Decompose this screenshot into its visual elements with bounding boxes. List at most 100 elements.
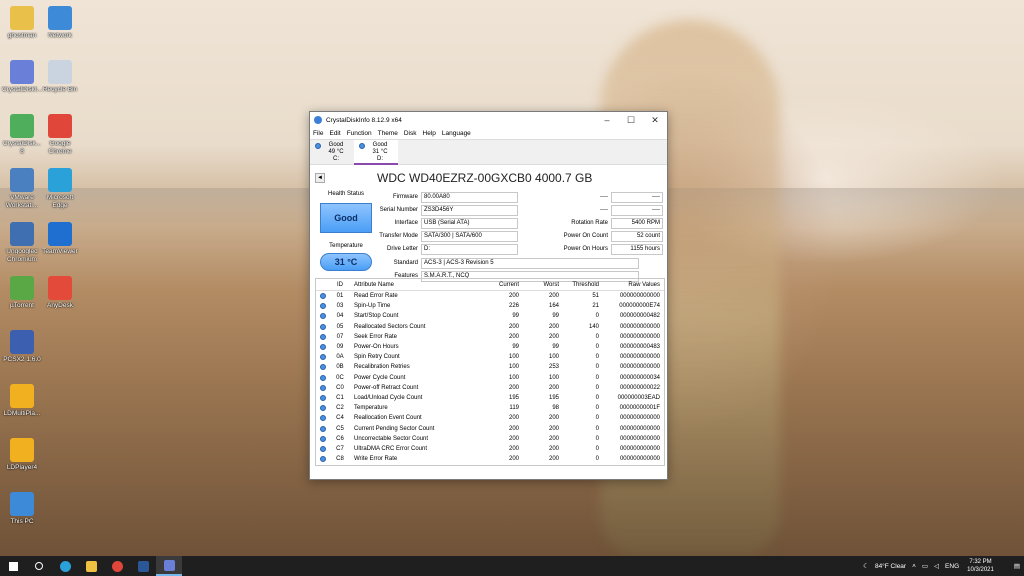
menu-help[interactable]: Help xyxy=(423,130,436,137)
table-row[interactable]: 09 Power-On Hours 99 99 0 000000000483 xyxy=(316,342,664,352)
start-icon xyxy=(8,561,18,571)
cell-current: 200 xyxy=(508,293,519,300)
cell-attribute-name: Load/Unload Cycle Count xyxy=(354,394,423,401)
cell-raw-value: 000000000000 xyxy=(619,415,660,422)
taskbar-start-button[interactable] xyxy=(0,556,26,576)
crystaldiskinfo-window: CrystalDiskInfo 8.12.9 x64 – ☐ ✕ File Ed… xyxy=(309,111,668,480)
desktop-icon[interactable]: TeamViewer xyxy=(38,218,82,268)
table-row[interactable]: C5 Current Pending Sector Count 200 200 0 000… xyxy=(316,423,664,433)
col-current[interactable]: Current xyxy=(482,282,522,288)
cell-worst: 200 xyxy=(548,384,559,391)
firmware-row: Firmware 80.00A80 xyxy=(351,191,518,203)
desktop-icon[interactable]: Google Chrome xyxy=(38,110,82,160)
desktop-icon[interactable]: LDPlayer4 xyxy=(0,434,44,484)
menu-function[interactable]: Function xyxy=(347,130,372,137)
table-row[interactable]: 07 Seek Error Rate 200 200 0 000000000000 xyxy=(316,332,664,342)
drive-bar: Good 49 °C C: Good 31 °C D: xyxy=(310,139,667,165)
table-row[interactable]: 05 Reallocated Sectors Count 200 200 140 0000… xyxy=(316,322,664,332)
cell-current: 200 xyxy=(508,415,519,422)
chevron-up-icon[interactable]: ˄ xyxy=(912,563,916,570)
cell-current: 200 xyxy=(508,323,519,330)
prev-disk-button[interactable]: ◄ xyxy=(315,173,325,183)
table-row[interactable]: 01 Read Error Rate 200 200 51 000000000000 xyxy=(316,291,664,301)
desktop-icon[interactable]: Microsoft Edge xyxy=(38,164,82,214)
table-row[interactable]: C0 Power-off Retract Count 200 200 0 00000000… xyxy=(316,383,664,393)
model-row: ◄ WDC WD40EZRZ-00GXCB0 4000.7 GB xyxy=(315,169,662,187)
menu-edit[interactable]: Edit xyxy=(329,130,340,137)
taskbar-powershell-button[interactable] xyxy=(130,556,156,576)
col-id[interactable]: ID xyxy=(330,282,350,288)
col-threshold[interactable]: Threshold xyxy=(562,282,602,288)
drive-tab-d[interactable]: Good 31 °C D: xyxy=(354,140,398,165)
status-dot-icon xyxy=(316,405,330,412)
table-row[interactable]: 03 Spin-Up Time 226 164 21 000000000E74 xyxy=(316,301,664,311)
weather-icon[interactable]: ☾ xyxy=(863,562,869,570)
table-row[interactable]: C7 UltraDMA CRC Error Count 200 200 0 0000000… xyxy=(316,444,664,454)
cell-attribute-name: Power-On Hours xyxy=(354,344,399,351)
taskbar-crystaldiskinfo-button[interactable] xyxy=(156,556,182,576)
menu-language[interactable]: Language xyxy=(442,130,471,137)
table-row[interactable]: C2 Temperature 119 98 0 00000000001F xyxy=(316,403,664,413)
cell-threshold: 0 xyxy=(595,374,599,381)
desktop-icon-label: This PC xyxy=(10,518,34,525)
cell-id: C2 xyxy=(336,405,344,412)
app-icon xyxy=(10,492,34,516)
table-row[interactable]: 0A Spin Retry Count 100 100 0 000000000000 xyxy=(316,352,664,362)
table-row[interactable]: C1 Load/Unload Cycle Count 195 195 0 00000000… xyxy=(316,393,664,403)
menu-theme[interactable]: Theme xyxy=(378,130,398,137)
table-row[interactable]: C8 Write Error Rate 200 200 0 000000000000 xyxy=(316,454,664,464)
transfer-row: Transfer Mode SATA/300 | SATA/600 xyxy=(351,230,518,242)
taskbar-explorer-button[interactable] xyxy=(78,556,104,576)
taskbar-search-button[interactable] xyxy=(26,556,52,576)
col-attribute-name[interactable]: Attribute Name xyxy=(350,282,482,288)
smart-attributes-table[interactable]: ID Attribute Name Current Worst Threshol… xyxy=(315,278,665,466)
taskbar-edge-button[interactable] xyxy=(52,556,78,576)
cell-attribute-name: Uncorrectable Sector Count xyxy=(354,435,429,442)
app-icon xyxy=(10,384,34,408)
maximize-button[interactable]: ☐ xyxy=(619,112,643,128)
desktop-icon[interactable]: PCSX2 1.6.0 xyxy=(0,326,44,376)
window-titlebar[interactable]: CrystalDiskInfo 8.12.9 x64 – ☐ ✕ xyxy=(310,112,667,128)
desktop-icon[interactable]: AnyDesk xyxy=(38,272,82,322)
clock[interactable]: 7:32 PM 10/3/2021 xyxy=(967,558,994,574)
volume-icon[interactable]: ◁ xyxy=(934,562,939,570)
status-dot-icon xyxy=(316,333,330,340)
clock-date: 10/3/2021 xyxy=(967,567,994,573)
serial-row: Serial Number ZS3D456Y xyxy=(351,204,518,216)
drive-tab-c[interactable]: Good 49 °C C: xyxy=(310,140,354,165)
menu-file[interactable]: File xyxy=(313,130,323,137)
interface-row: Interface USB (Serial ATA) xyxy=(351,217,518,229)
desktop-icon[interactable]: LDMultiPla... xyxy=(0,380,44,430)
table-row[interactable]: 0C Power Cycle Count 100 100 0 000000000034 xyxy=(316,373,664,383)
table-row[interactable]: 04 Start/Stop Count 99 99 0 000000000482 xyxy=(316,311,664,321)
status-dot-icon xyxy=(316,435,330,442)
table-row[interactable]: 0B Recalibration Retries 100 253 0 0000000000… xyxy=(316,362,664,372)
cell-worst: 99 xyxy=(552,313,559,320)
desktop-icon[interactable]: Recycle Bin xyxy=(38,56,82,106)
close-button[interactable]: ✕ xyxy=(643,112,667,128)
cell-id: C8 xyxy=(336,456,344,463)
cell-id: C6 xyxy=(336,435,344,442)
cell-raw-value: 000000000000 xyxy=(619,456,660,463)
col-raw-values[interactable]: Raw Values xyxy=(602,282,664,288)
firmware-label: Firmware xyxy=(393,194,418,200)
network-icon[interactable]: ▭ xyxy=(922,562,928,570)
system-tray: ☾ 84°F Clear ˄ ▭ ◁ ENG 7:32 PM 10/3/2021… xyxy=(857,556,1024,576)
desktop-icon[interactable]: This PC xyxy=(0,488,44,538)
table-row[interactable]: C4 Reallocation Event Count 200 200 0 0000000… xyxy=(316,413,664,423)
weather-text[interactable]: 84°F Clear xyxy=(875,563,906,570)
language-indicator[interactable]: ENG xyxy=(945,563,959,570)
table-row[interactable]: C6 Uncorrectable Sector Count 200 200 0 00000… xyxy=(316,434,664,444)
notification-icon[interactable]: ▤ xyxy=(1014,562,1020,570)
col-worst[interactable]: Worst xyxy=(522,282,562,288)
cell-worst: 99 xyxy=(552,344,559,351)
cell-threshold: 0 xyxy=(595,415,599,422)
desktop-icon-label: Recycle Bin xyxy=(42,86,78,93)
menu-disk[interactable]: Disk xyxy=(404,130,417,137)
minimize-button[interactable]: – xyxy=(595,112,619,128)
interface-value: USB (Serial ATA) xyxy=(421,217,518,229)
taskbar-chrome-button[interactable] xyxy=(104,556,130,576)
desktop-icon[interactable]: Network xyxy=(38,2,82,52)
cell-raw-value: 000000000482 xyxy=(619,313,660,320)
poweron-count-label: Power On Count xyxy=(563,233,608,239)
